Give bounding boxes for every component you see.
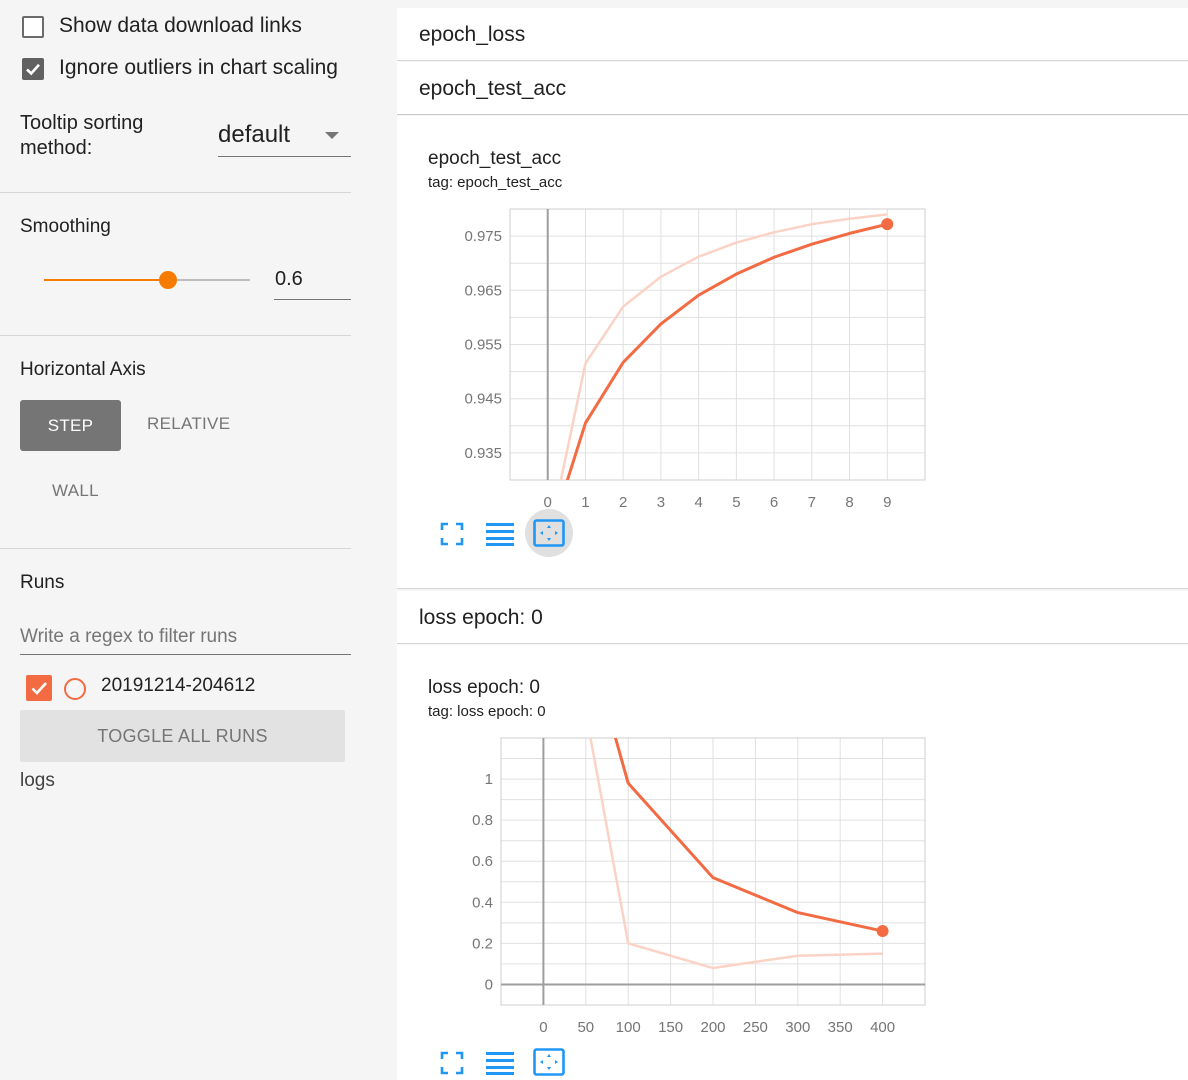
raw-series-line — [559, 213, 888, 480]
x-tick-label: 150 — [658, 1019, 683, 1036]
x-tick-label: 3 — [657, 494, 665, 511]
x-tick-label: 8 — [845, 494, 853, 511]
divider — [0, 192, 351, 193]
y-tick-label: 0.955 — [464, 337, 502, 354]
tooltip-sorting-select[interactable]: default — [218, 118, 351, 157]
x-tick-label: 250 — [743, 1019, 768, 1036]
run-checkbox[interactable] — [26, 675, 52, 701]
x-tick-label: 7 — [808, 494, 816, 511]
run-filter-input[interactable] — [20, 620, 351, 655]
y-tick-label: 0.4 — [472, 894, 493, 911]
fit-domain-icon — [533, 519, 565, 547]
divider — [0, 335, 351, 336]
y-tick-label: 0.945 — [464, 391, 502, 408]
runs-title: Runs — [20, 572, 65, 593]
smoothed-series-line — [565, 222, 888, 480]
divider — [0, 548, 351, 549]
x-tick-label: 0 — [539, 1019, 547, 1036]
check-icon — [26, 63, 40, 76]
ignore-outliers-checkbox[interactable] — [22, 58, 44, 80]
x-tick-label: 4 — [694, 494, 702, 511]
x-tick-label: 1 — [581, 494, 589, 511]
smoothing-input[interactable]: 0.6 — [274, 264, 351, 300]
chart-card-loss-epoch-0: loss epoch: 0 tag: loss epoch: 0 0 50 100 1… — [397, 645, 1188, 1080]
y-tick-label: 0.2 — [472, 935, 493, 952]
group-title: epoch_test_acc — [419, 77, 567, 100]
group-title: loss epoch: 0 — [419, 606, 543, 629]
tooltip-sorting-label: Tooltip sorting — [20, 112, 144, 134]
tooltip-sorting-value: default — [218, 121, 291, 148]
smoothing-slider[interactable] — [44, 270, 250, 290]
fullscreen-icon[interactable] — [440, 1051, 464, 1075]
data-table-icon[interactable] — [486, 521, 514, 547]
smoothing-value: 0.6 — [275, 268, 303, 290]
x-tick-label: 400 — [870, 1019, 895, 1036]
relative-button[interactable]: RELATIVE — [147, 414, 230, 434]
x-tick-label: 5 — [732, 494, 740, 511]
slider-knob[interactable] — [158, 271, 177, 289]
toggle-all-runs-button[interactable]: TOGGLE ALL RUNS — [20, 710, 345, 762]
x-tick-label: 100 — [616, 1019, 641, 1036]
run-color-radio[interactable] — [64, 678, 86, 700]
x-tick-label: 6 — [770, 494, 778, 511]
group-epoch-test-acc-header[interactable]: epoch_test_acc — [397, 62, 1188, 115]
x-tick-label: 300 — [785, 1019, 810, 1036]
x-tick-label: 9 — [883, 494, 891, 511]
group-title: epoch_loss — [419, 23, 526, 46]
check-icon — [31, 682, 47, 695]
y-tick-label: 0.935 — [464, 445, 502, 462]
y-tick-label: 0 — [485, 976, 493, 993]
show-download-links-checkbox[interactable] — [22, 16, 44, 38]
x-tick-label: 2 — [619, 494, 627, 511]
group-epoch-loss-header[interactable]: epoch_loss — [397, 8, 1188, 61]
y-tick-label: 0.965 — [464, 282, 502, 299]
epoch-test-acc-chart[interactable]: 0 1 2 3 4 5 6 7 8 90.9350.9450.9550.9650.975 — [397, 116, 1188, 516]
sidebar: Show data download links Ignore outliers… — [0, 0, 396, 1080]
y-tick-label: 0.6 — [472, 853, 493, 870]
x-tick-label: 50 — [577, 1019, 594, 1036]
tooltip-sorting-label-2: method: — [20, 137, 93, 159]
run-name: 20191214-204612 — [101, 675, 256, 696]
series-group — [559, 213, 888, 480]
y-tick-label: 0.8 — [472, 812, 493, 829]
x-tick-label: 350 — [828, 1019, 853, 1036]
smoothing-title: Smoothing — [20, 216, 111, 237]
fit-domain-button[interactable] — [525, 509, 573, 557]
fit-domain-icon[interactable] — [533, 1048, 565, 1076]
ignore-outliers-label[interactable]: Ignore outliers in chart scaling — [59, 56, 351, 80]
group-loss-epoch-0-header[interactable]: loss epoch: 0 — [397, 591, 1188, 644]
y-tick-label: 0.975 — [464, 228, 502, 245]
data-table-icon[interactable] — [486, 1050, 514, 1076]
step-button[interactable]: STEP — [20, 400, 121, 451]
show-download-links-label[interactable]: Show data download links — [59, 14, 302, 38]
loss-epoch-0-chart[interactable]: 0 50 100 150 200 250 300 350 400 0 0.2 0.4 0.6 0.8 1 — [397, 645, 1188, 1045]
x-tick-label: 200 — [700, 1019, 725, 1036]
logs-label: logs — [20, 770, 55, 791]
dropdown-arrow-icon — [325, 132, 339, 139]
wall-button[interactable]: WALL — [52, 481, 99, 501]
horizontal-axis-title: Horizontal Axis — [20, 359, 146, 380]
slider-fill — [44, 279, 168, 281]
last-point-marker — [881, 218, 894, 231]
last-point-marker — [876, 925, 889, 938]
chart-card-epoch-test-acc: epoch_test_acc tag: epoch_test_acc 01234… — [397, 116, 1188, 589]
y-tick-label: 1 — [485, 771, 493, 788]
fullscreen-icon[interactable] — [440, 522, 464, 546]
